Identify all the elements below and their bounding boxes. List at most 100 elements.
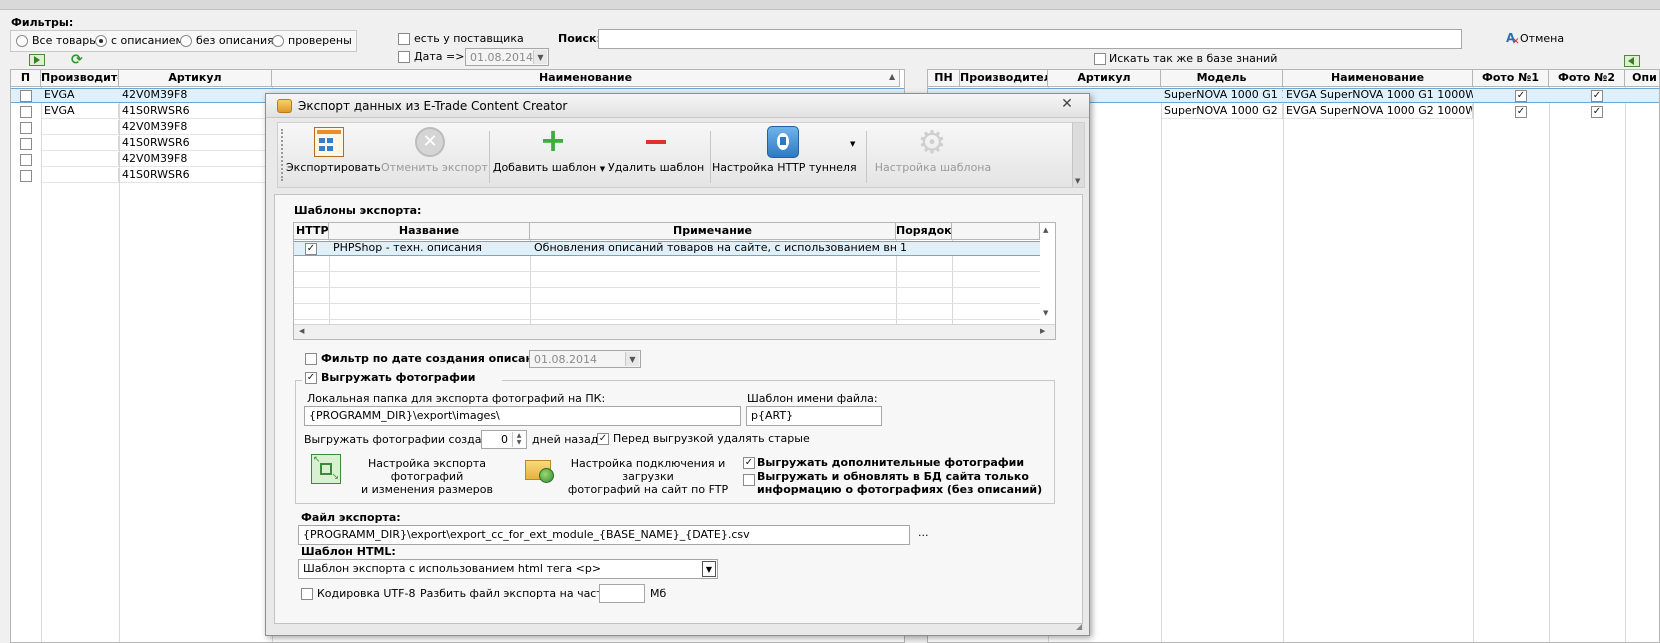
delete-template-button[interactable]: Удалить шаблон (608, 123, 704, 185)
scroll-left-icon[interactable]: ◀ (299, 327, 304, 335)
radio-without-description-label[interactable]: без описания (196, 34, 274, 47)
radio-with-description[interactable] (95, 35, 107, 47)
row-article: 41S0RWSR6 (120, 168, 272, 183)
row-article: 42V0M39F8 (120, 120, 272, 135)
template-note: Обновления описаний товаров на сайте, с … (534, 241, 896, 254)
dialog-title-bar[interactable]: Экспорт данных из E-Trade Content Creato… (266, 94, 1089, 118)
html-template-value: Шаблон экспорта с использованием html те… (303, 562, 602, 575)
col-note[interactable]: Примечание (530, 223, 896, 240)
col-http[interactable]: HTTP (294, 223, 329, 240)
created-days-value: 0 (501, 433, 508, 446)
templates-scroll-down-icon[interactable]: ▼ (1043, 309, 1048, 317)
kb-search-checkbox[interactable] (1094, 53, 1106, 65)
photo-resize-label-line2: и изменения размеров (361, 483, 493, 496)
col-title[interactable]: Название (329, 223, 530, 240)
row-model: SuperNOVA 1000 G1 100 (1164, 88, 1283, 101)
cancel-button[interactable]: A ✕ Отмена (1506, 31, 1566, 47)
col-article[interactable]: Артикул (119, 70, 272, 87)
col-pn[interactable]: ПН (928, 70, 960, 87)
chevron-down-icon[interactable]: ▼ (533, 50, 547, 64)
supplier-checkbox[interactable] (398, 33, 410, 45)
delete-template-label: Удалить шаблон (608, 161, 705, 174)
photo-resize-button[interactable]: ↖ ↘ Настройка экспорта фотографий и изме… (311, 454, 511, 496)
template-settings-label: Настройка шаблона (874, 161, 992, 174)
col-maker[interactable]: Производитель (960, 70, 1048, 87)
templates-title: Шаблоны экспорта: (294, 204, 422, 217)
row-article: 42V0M39F8 (122, 88, 188, 101)
chevron-down-icon[interactable]: ▼ (850, 140, 855, 148)
gear-icon: ⚙ (917, 123, 947, 161)
templates-hscrollbar[interactable]: ◀ ▶ (294, 324, 1055, 339)
html-template-select[interactable]: Шаблон экспорта с использованием html те… (298, 559, 718, 579)
radio-all-goods-label[interactable]: Все товары (32, 34, 98, 47)
http-tunnel-button[interactable]: Настройка HTTP туннеля ▼ (712, 123, 857, 185)
scroll-right-icon[interactable]: ▶ (1040, 327, 1045, 335)
export-photos-checkbox[interactable]: ✓ (305, 372, 317, 384)
radio-with-description-label[interactable]: с описанием (111, 34, 184, 47)
export-button[interactable]: Экспортировать (286, 123, 381, 185)
photo1-checkbox[interactable]: ✓ (1515, 90, 1527, 102)
date-filter-input[interactable]: 01.08.2014 ▼ (529, 350, 641, 368)
resize-grip-icon[interactable]: ◢ (1076, 622, 1082, 631)
file-template-input[interactable]: p{ART} (746, 406, 882, 426)
local-folder-input[interactable]: {PROGRAMM_DIR}\export\images\ (304, 406, 741, 426)
radio-verified[interactable] (272, 35, 284, 47)
import-grid-icon[interactable] (1624, 55, 1640, 67)
search-input[interactable] (598, 29, 1462, 49)
row-name: EVGA SuperNOVA 1000 G1 1000W (1286, 88, 1473, 101)
row-checkbox[interactable] (20, 90, 32, 102)
col-maker[interactable]: Производите (41, 70, 119, 87)
col-p[interactable]: П (11, 70, 41, 87)
export-file-input[interactable]: {PROGRAMM_DIR}\export\export_cc_for_ext_… (298, 525, 910, 545)
radio-without-description[interactable] (180, 35, 192, 47)
col-order[interactable]: Порядок (896, 223, 952, 240)
template-settings-button[interactable]: ⚙ Настройка шаблона (870, 123, 996, 185)
toolbar-scrollbar[interactable]: ▼ (1072, 123, 1084, 187)
date-filter-checkbox[interactable] (305, 353, 317, 365)
created-days-stepper[interactable]: 0 ▲ ▼ (481, 430, 527, 449)
col-model[interactable]: Модель (1161, 70, 1283, 87)
date-filter-input[interactable]: 01.08.2014 ▼ (465, 48, 549, 66)
close-icon[interactable]: ✕ (1058, 96, 1076, 114)
scroll-up-icon[interactable]: ▲ (889, 72, 895, 81)
export-icon (314, 127, 344, 157)
templates-scroll-up-icon[interactable]: ▲ (1043, 226, 1048, 234)
col-article[interactable]: Артикул (1048, 70, 1161, 87)
col-photo1[interactable]: Фото №1 (1473, 70, 1549, 87)
delete-old-label: Перед выгрузкой удалять старые (613, 432, 810, 445)
row-checkbox[interactable] (20, 106, 32, 118)
photo1-checkbox[interactable]: ✓ (1515, 106, 1527, 118)
split-size-input[interactable] (599, 584, 645, 603)
row-article: 41S0RWSR6 (120, 104, 272, 119)
ftp-settings-button[interactable]: Настройка подключения и загрузки фотогра… (525, 454, 743, 496)
radio-all-goods[interactable] (16, 35, 28, 47)
http-checkbox[interactable]: ✓ (305, 243, 317, 255)
add-template-button[interactable]: + Добавить шаблон ▼ (492, 123, 606, 185)
row-checkbox[interactable] (20, 138, 32, 150)
browse-button[interactable]: ... (918, 526, 934, 539)
chevron-down-icon[interactable]: ▼ (702, 561, 716, 577)
utf8-checkbox[interactable] (301, 588, 313, 600)
chevron-down-icon[interactable]: ▼ (625, 352, 639, 366)
refresh-icon[interactable]: ⟳ (71, 53, 87, 67)
row-checkbox[interactable] (20, 154, 32, 166)
export-grid-icon[interactable] (29, 54, 45, 66)
col-photo2[interactable]: Фото №2 (1549, 70, 1625, 87)
col-name[interactable]: Наименование (272, 70, 900, 87)
delete-old-checkbox[interactable]: ✓ (597, 433, 609, 445)
col-desc[interactable]: Опи (1625, 70, 1659, 87)
update-db-checkbox[interactable] (743, 474, 755, 486)
photo2-checkbox[interactable]: ✓ (1591, 90, 1603, 102)
photo2-checkbox[interactable]: ✓ (1591, 106, 1603, 118)
cancel-export-button[interactable]: ✕ Отменить экспорт (381, 123, 488, 185)
days-ago-label: дней назад (532, 433, 599, 446)
extra-photos-checkbox[interactable]: ✓ (743, 457, 755, 469)
col-name[interactable]: Наименование (1283, 70, 1473, 87)
date-filter-checkbox[interactable] (398, 51, 410, 63)
stepper-arrows-icon[interactable]: ▲ ▼ (512, 432, 525, 447)
export-label: Экспортировать (286, 161, 381, 174)
radio-verified-label[interactable]: проверены (288, 34, 352, 47)
update-db-label: Выгружать и обновлять в БД сайта только … (757, 470, 1042, 496)
row-checkbox[interactable] (20, 170, 32, 182)
row-checkbox[interactable] (20, 122, 32, 134)
